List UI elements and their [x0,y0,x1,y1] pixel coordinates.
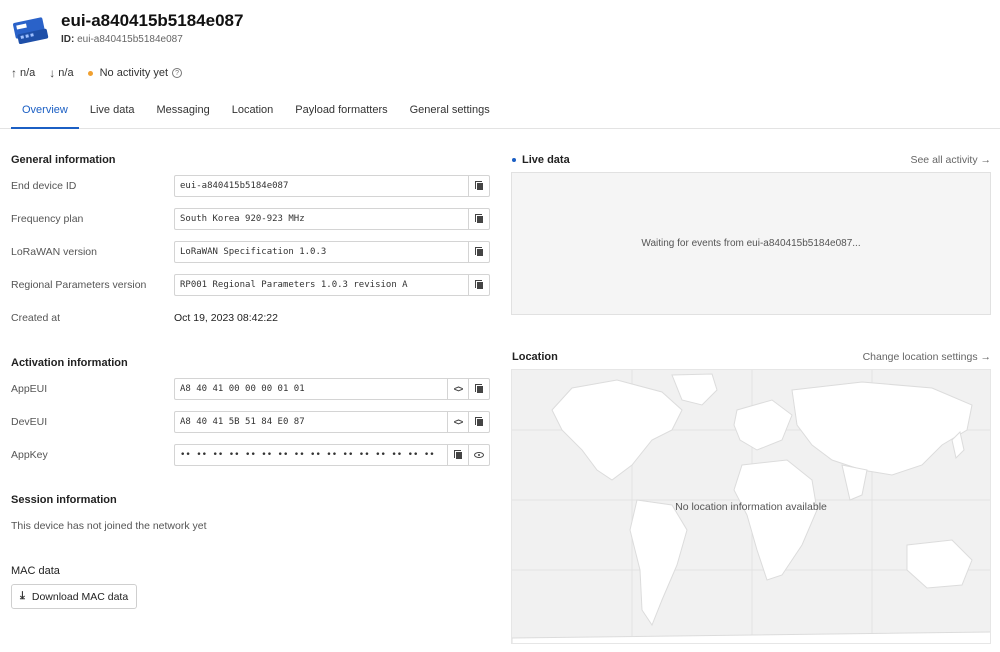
live-data-title-text: Live data [522,154,570,166]
download-mac-data-button[interactable]: ⤓ Download MAC data [11,584,138,609]
tab-bar: Overview Live data Messaging Location Pa… [0,96,1000,129]
waiting-events-text: Waiting for events from eui-a840415b5184… [641,238,861,249]
page-header: eui-a840415b5184e087 ID: eui-a840415b518… [11,10,243,50]
show-key-button[interactable] [468,445,489,465]
see-all-activity-link[interactable]: See all activity → [910,154,991,166]
toggle-format-button[interactable]: <> [447,412,468,432]
downlink-value: n/a [58,67,74,79]
frequency-plan-field: South Korea 920-923 MHz [174,208,490,230]
copy-icon [474,247,484,257]
live-data-panel: Waiting for events from eui-a840415b5184… [511,172,991,315]
copy-button[interactable] [447,445,468,465]
session-message: This device has not joined the network y… [11,520,207,532]
regional-params-label: Regional Parameters version [11,279,147,291]
tab-messaging[interactable]: Messaging [146,96,221,129]
regional-params-value[interactable]: RP001 Regional Parameters 1.0.3 revision… [175,275,468,295]
dev-eui-field: A8 40 41 5B 51 84 E0 87 <> [174,411,490,433]
app-key-label: AppKey [11,449,48,461]
tab-location[interactable]: Location [221,96,285,129]
download-mac-data-label: Download MAC data [31,590,129,603]
activation-info-title: Activation information [11,357,128,369]
tab-overview[interactable]: Overview [11,96,79,129]
end-device-id-field: eui-a840415b5184e087 [174,175,490,197]
copy-icon [453,450,463,460]
no-location-message: No location information available [675,501,827,513]
device-id-label: ID: [61,34,75,45]
copy-button[interactable] [468,209,489,229]
copy-icon [474,214,484,224]
tab-payload-formatters[interactable]: Payload formatters [284,96,398,129]
location-title-text: Location [512,351,558,363]
session-info-title: Session information [11,494,117,506]
copy-icon [474,417,484,427]
tab-live-data[interactable]: Live data [79,96,146,129]
uplink-value: n/a [20,67,36,79]
lorawan-version-value[interactable]: LoRaWAN Specification 1.0.3 [175,242,468,262]
app-key-field: •• •• •• •• •• •• •• •• •• •• •• •• •• •… [174,444,490,466]
location-map: No location information available [511,369,991,644]
location-title: Location [512,351,558,363]
device-id-line: ID: eui-a840415b5184e087 [61,34,243,45]
dev-eui-value[interactable]: A8 40 41 5B 51 84 E0 87 [175,412,447,432]
lorawan-version-field: LoRaWAN Specification 1.0.3 [174,241,490,263]
app-eui-value[interactable]: A8 40 41 00 00 00 01 01 [175,379,447,399]
lorawan-version-label: LoRaWAN version [11,246,97,258]
tab-general-settings[interactable]: General settings [399,96,501,129]
created-at-value: Oct 19, 2023 08:42:22 [174,312,278,324]
arrow-up-icon: ↑ [11,66,17,80]
end-device-id-value[interactable]: eui-a840415b5184e087 [175,176,468,196]
eye-icon [474,452,484,458]
frequency-plan-label: Frequency plan [11,213,84,225]
copy-button[interactable] [468,242,489,262]
app-key-value[interactable]: •• •• •• •• •• •• •• •• •• •• •• •• •• •… [175,445,447,465]
code-icon: <> [453,417,463,427]
copy-button[interactable] [468,176,489,196]
device-id-value: eui-a840415b5184e087 [77,34,183,45]
regional-params-field: RP001 Regional Parameters 1.0.3 revision… [174,274,490,296]
change-location-settings-link[interactable]: Change location settings → [863,351,991,363]
activity-status: No activity yet ? [87,67,183,79]
created-at-label: Created at [11,312,61,324]
live-data-title: Live data [512,154,570,166]
live-dot-icon [512,158,516,162]
copy-button[interactable] [468,275,489,295]
mac-data-title: MAC data [11,565,60,577]
code-icon: <> [453,384,463,394]
uplink-status: ↑ n/a [11,66,35,80]
app-eui-field: A8 40 41 00 00 00 01 01 <> [174,378,490,400]
frequency-plan-value[interactable]: South Korea 920-923 MHz [175,209,468,229]
copy-icon [474,280,484,290]
download-icon: ⤓ [20,590,25,602]
page-title: eui-a840415b5184e087 [61,11,244,30]
copy-icon [474,181,484,191]
toggle-format-button[interactable]: <> [447,379,468,399]
status-dot-icon [87,70,93,76]
dev-eui-label: DevEUI [11,416,48,428]
general-info-title: General information [11,154,116,166]
copy-button[interactable] [468,379,489,399]
downlink-status: ↓ n/a [49,66,73,80]
status-row: ↑ n/a ↓ n/a No activity yet ? [11,66,196,80]
arrow-down-icon: ↓ [49,66,56,80]
copy-button[interactable] [468,412,489,432]
copy-icon [474,384,484,394]
device-icon [13,17,49,45]
help-icon[interactable]: ? [172,68,183,78]
end-device-id-label: End device ID [11,180,77,192]
activity-text: No activity yet [99,67,169,79]
app-eui-label: AppEUI [11,383,48,395]
